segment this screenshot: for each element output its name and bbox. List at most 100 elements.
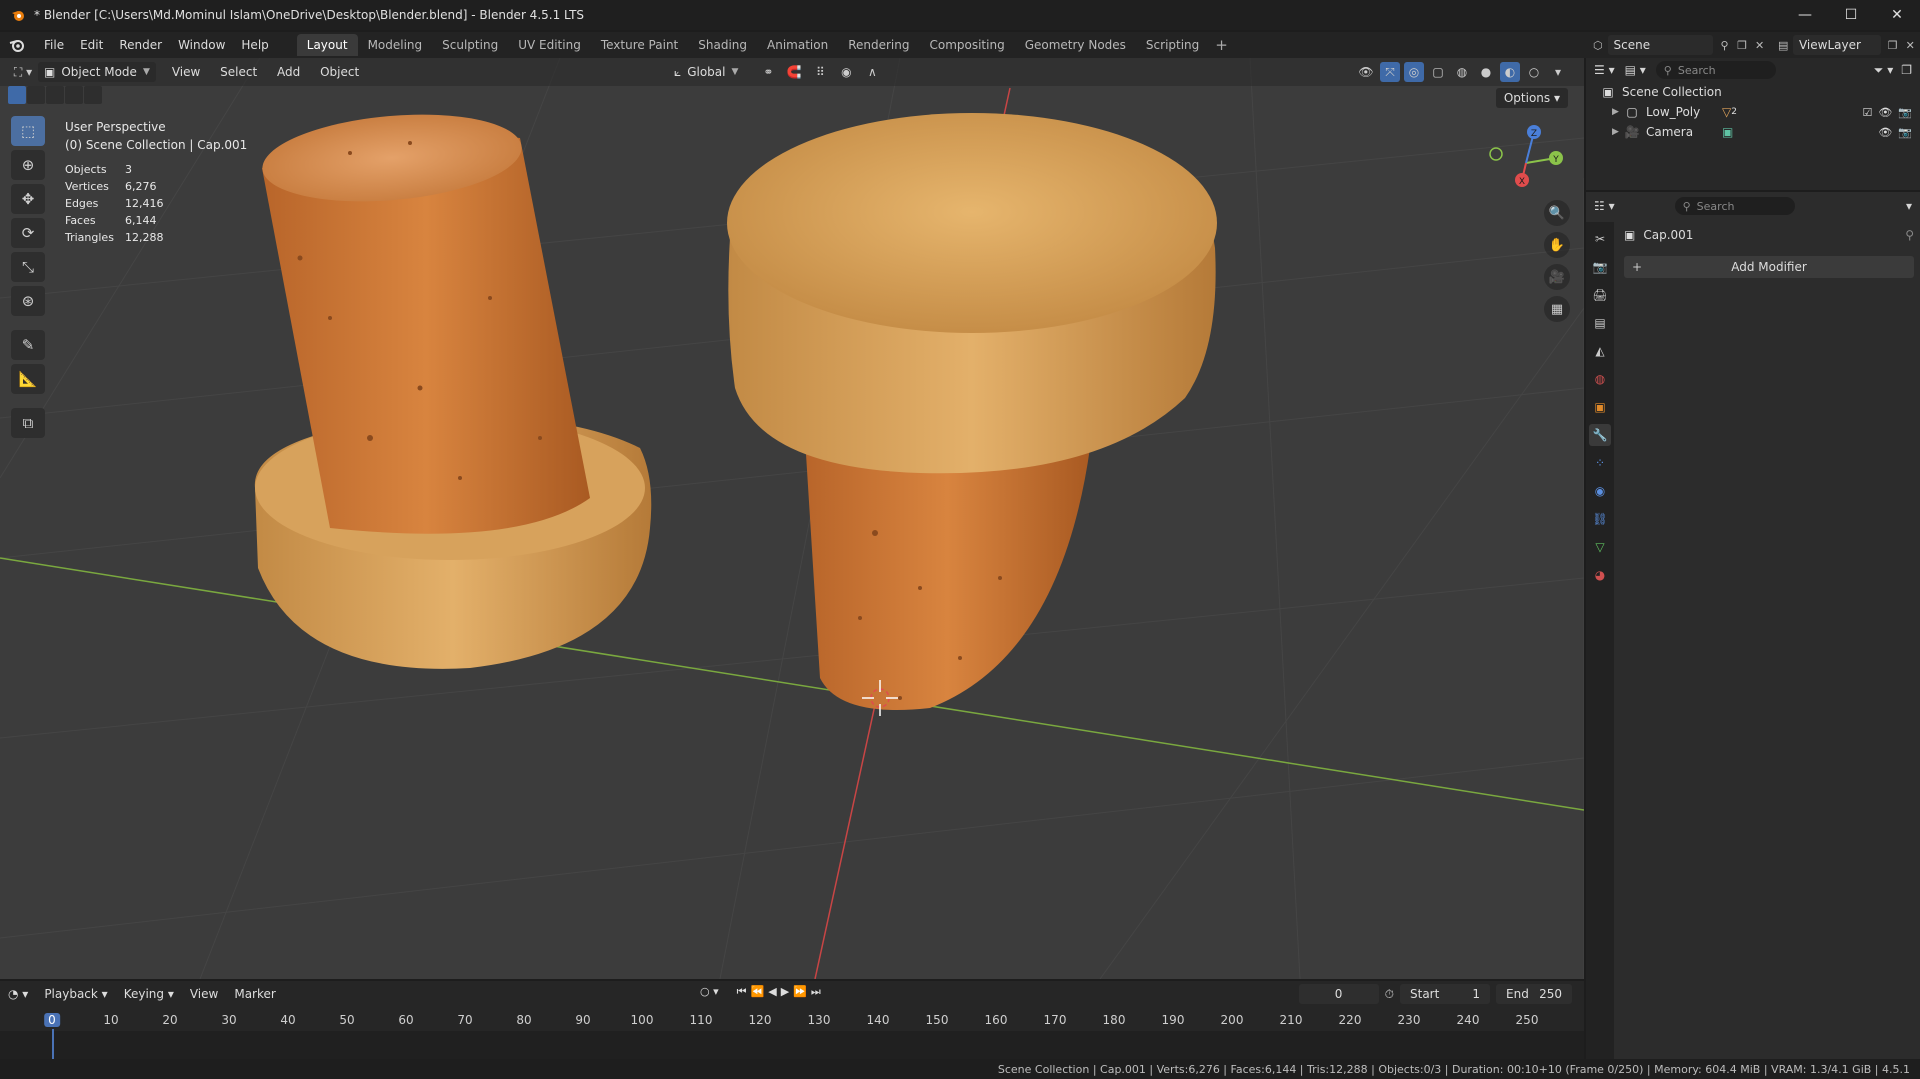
measure-tool-icon[interactable]: 📐	[11, 364, 45, 394]
options-dropdown[interactable]: Options ▾	[1495, 88, 1568, 108]
select-new-icon[interactable]	[8, 86, 26, 104]
rendered-shading-icon[interactable]: ○	[1524, 62, 1544, 82]
filter-icon[interactable]: ⏷ ▾	[1874, 63, 1893, 78]
physics-tab-icon[interactable]: ◉	[1589, 480, 1611, 502]
scene-tab-icon[interactable]: ◭	[1589, 340, 1611, 362]
tab-layout[interactable]: Layout	[296, 34, 358, 56]
rotate-tool-icon[interactable]: ⟳	[11, 218, 45, 248]
orientation-dropdown[interactable]: ⟀ Global ▼	[668, 62, 744, 82]
outliner-item-camera[interactable]: ▶ 🎥 Camera ▣ 👁 📷	[1612, 122, 1920, 142]
tab-compositing[interactable]: Compositing	[919, 34, 1014, 56]
viewport-menu-select[interactable]: Select	[212, 65, 265, 79]
camera-render-icon[interactable]: 📷	[1898, 106, 1912, 119]
material-tab-icon[interactable]: ◕	[1589, 564, 1611, 586]
new-view-layer-icon[interactable]: ❐	[1885, 36, 1901, 54]
scale-tool-icon[interactable]: ⤡	[11, 252, 45, 282]
scene-selector[interactable]: Scene	[1607, 35, 1713, 55]
outliner-search-input[interactable]: ⚲ Search	[1655, 61, 1776, 79]
snap-target-icon[interactable]: ⠿	[810, 62, 830, 82]
shading-options-icon[interactable]: ▾	[1548, 62, 1568, 82]
checkbox-icon[interactable]: ☑	[1862, 106, 1872, 119]
move-tool-icon[interactable]: ✥	[11, 184, 45, 214]
viewport-menu-object[interactable]: Object	[312, 65, 367, 79]
timeline-menu-keying[interactable]: Keying ▾	[116, 987, 182, 1001]
viewport-menu-view[interactable]: View	[164, 65, 208, 79]
viewport-menu-add[interactable]: Add	[269, 65, 308, 79]
select-subtract-icon[interactable]	[46, 86, 64, 104]
editor-type-icon[interactable]: ⛶ ▾	[8, 61, 38, 83]
expand-arrow-icon[interactable]: ▶	[1612, 107, 1624, 117]
playhead[interactable]	[52, 1029, 54, 1061]
record-icon[interactable]: ○ ▾	[700, 985, 719, 999]
zoom-icon[interactable]: 🔍	[1544, 200, 1570, 226]
maximize-button[interactable]: ☐	[1828, 0, 1874, 30]
perspective-toggle-icon[interactable]: ▦	[1544, 296, 1570, 322]
pivot-icon[interactable]: ⚭	[758, 62, 778, 82]
world-tab-icon[interactable]: ◍	[1589, 368, 1611, 390]
timeline-ruler[interactable]: 0 10 20 30 40 50 60 70 80 90 100 110 120 130 140 150 160…	[0, 1007, 1584, 1061]
play-icon[interactable]: ▶	[781, 985, 789, 999]
particles-tab-icon[interactable]: ⁘	[1589, 452, 1611, 474]
chevron-down-icon[interactable]: ▾	[1906, 199, 1912, 213]
tab-rendering[interactable]: Rendering	[838, 34, 919, 56]
3d-viewport[interactable]: ⛶ ▾ ▣ Object Mode ▼ View Select Add Obje…	[0, 58, 1584, 979]
tool-tab-icon[interactable]: ✂	[1589, 228, 1611, 250]
menu-help[interactable]: Help	[233, 38, 276, 52]
scene-collection-item[interactable]: ▣ Scene Collection	[1600, 82, 1920, 102]
overlays-icon[interactable]: ◎	[1404, 62, 1424, 82]
new-collection-icon[interactable]: ❐	[1901, 63, 1912, 77]
jump-keyframe-back-icon[interactable]: ⏪	[751, 985, 765, 999]
select-intersect-icon[interactable]	[84, 86, 102, 104]
tab-shading[interactable]: Shading	[688, 34, 757, 56]
render-tab-icon[interactable]: 📷	[1589, 256, 1611, 278]
tab-animation[interactable]: Animation	[757, 34, 838, 56]
current-frame-field[interactable]: 0	[1298, 984, 1379, 1004]
eye-icon[interactable]: 👁	[1878, 106, 1892, 119]
play-reverse-icon[interactable]: ◀	[768, 985, 776, 999]
select-box-tool-icon[interactable]: ⬚	[11, 116, 45, 146]
timeline-menu-marker[interactable]: Marker	[226, 987, 283, 1001]
transform-tool-icon[interactable]: ⊛	[11, 286, 45, 316]
object-tab-icon[interactable]: ▣	[1589, 396, 1611, 418]
start-frame-field[interactable]: Start 1	[1400, 984, 1490, 1004]
outliner-editor-icon[interactable]: ☰ ▾	[1594, 63, 1615, 77]
cursor-tool-icon[interactable]: ⊕	[11, 150, 45, 180]
camera-view-icon[interactable]: 🎥	[1544, 264, 1570, 290]
add-workspace-button[interactable]: +	[1209, 34, 1234, 56]
close-button[interactable]: ✕	[1874, 0, 1920, 30]
blender-logo-icon[interactable]	[8, 36, 26, 54]
snap-icon[interactable]: 🧲	[784, 62, 804, 82]
delete-view-layer-icon[interactable]: ✕	[1903, 36, 1919, 54]
camera-render-icon[interactable]: 📷	[1898, 126, 1912, 139]
minimize-button[interactable]: —	[1782, 0, 1828, 30]
tab-scripting[interactable]: Scripting	[1136, 34, 1209, 56]
view-layer-tab-icon[interactable]: ▤	[1589, 312, 1611, 334]
timeline-menu-view[interactable]: View	[182, 987, 226, 1001]
select-extend-icon[interactable]	[27, 86, 45, 104]
annotate-tool-icon[interactable]: ✎	[11, 330, 45, 360]
timeline-track[interactable]	[0, 1031, 1584, 1059]
falloff-icon[interactable]: ∧	[862, 62, 882, 82]
delete-scene-icon[interactable]: ✕	[1752, 36, 1768, 54]
end-frame-field[interactable]: End 250	[1496, 984, 1572, 1004]
jump-start-icon[interactable]: ⏮	[737, 985, 747, 999]
tab-uv-editing[interactable]: UV Editing	[508, 34, 591, 56]
expand-arrow-icon[interactable]: ▶	[1612, 127, 1624, 137]
data-tab-icon[interactable]: ▽	[1589, 536, 1611, 558]
menu-render[interactable]: Render	[111, 38, 170, 52]
timeline-editor-icon[interactable]: ◔ ▾	[0, 987, 36, 1001]
gizmo-toggle-icon[interactable]: ⤧	[1380, 62, 1400, 82]
material-shading-icon[interactable]: ◐	[1500, 62, 1520, 82]
mode-dropdown[interactable]: ▣ Object Mode ▼	[38, 62, 156, 82]
add-cube-tool-icon[interactable]: ⧉	[11, 408, 45, 438]
wireframe-shading-icon[interactable]: ◍	[1452, 62, 1472, 82]
visibility-icon[interactable]: 👁	[1356, 62, 1376, 82]
tab-geometry-nodes[interactable]: Geometry Nodes	[1015, 34, 1136, 56]
tab-modeling[interactable]: Modeling	[358, 34, 433, 56]
outliner-item-low-poly[interactable]: ▶ ▢ Low_Poly ▽ 2 ☑ 👁 📷	[1612, 102, 1920, 122]
new-scene-icon[interactable]: ❐	[1734, 36, 1750, 54]
pan-hand-icon[interactable]: ✋	[1544, 232, 1570, 258]
tab-sculpting[interactable]: Sculpting	[432, 34, 508, 56]
proportional-edit-icon[interactable]: ◉	[836, 62, 856, 82]
tab-texture-paint[interactable]: Texture Paint	[591, 34, 688, 56]
